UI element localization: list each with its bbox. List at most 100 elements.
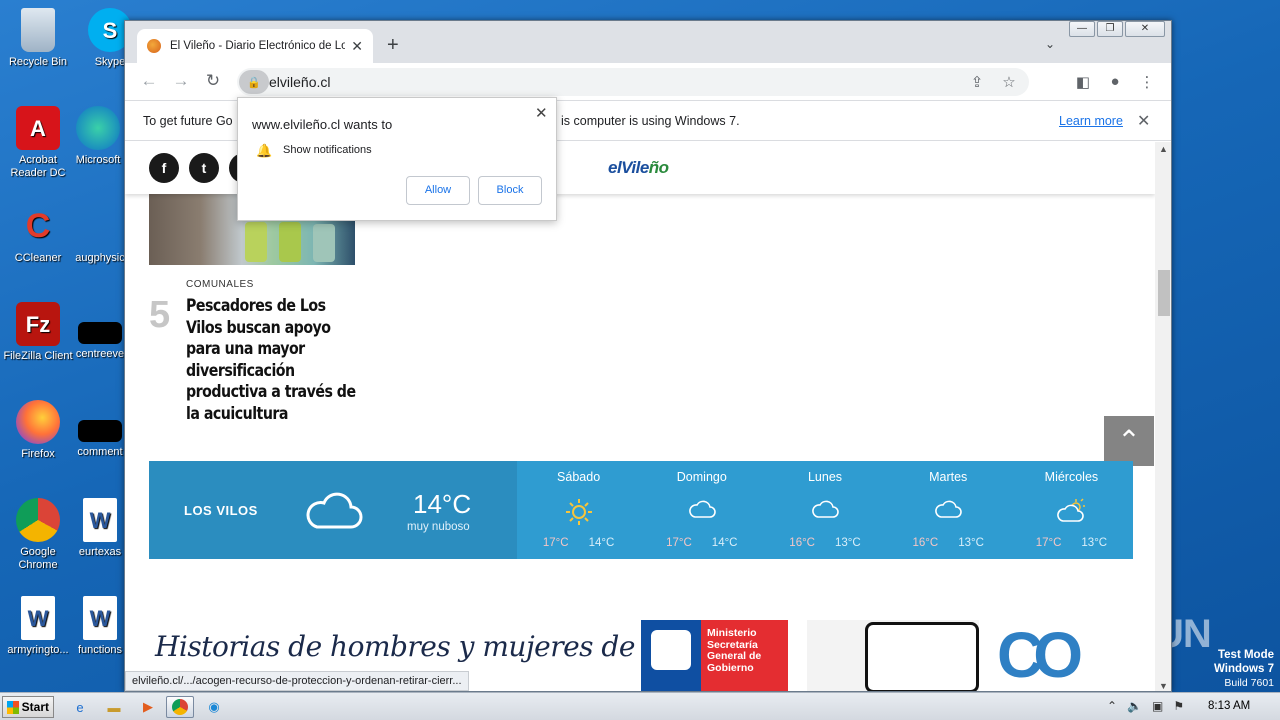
forecast-day: Lunes 16°C 13°C bbox=[763, 461, 886, 559]
browser-window: El Vileño - Diario Electrónico de Los V … bbox=[124, 20, 1172, 692]
window-controls: — ❐ ✕ bbox=[1067, 21, 1165, 37]
os-name: Windows 7 bbox=[1214, 663, 1274, 675]
article-title[interactable]: Pescadores de Los Vilos buscan apoyo par… bbox=[186, 295, 362, 424]
edge-taskbar-icon[interactable]: ◉ bbox=[200, 696, 228, 718]
ccleaner-icon: C bbox=[25, 206, 51, 245]
side-panel-icon[interactable]: ◧ bbox=[1073, 73, 1093, 91]
forecast-low: 14°C bbox=[588, 537, 615, 549]
file-icon bbox=[78, 322, 122, 344]
bookmark-star-icon[interactable]: ☆ bbox=[999, 73, 1019, 91]
forecast-temps: 16°C 13°C bbox=[887, 537, 1010, 549]
current-temperature: 14°C bbox=[413, 489, 472, 519]
menu-icon[interactable]: ⋮ bbox=[1137, 73, 1157, 91]
cqs-logo-icon: CO bbox=[997, 619, 1083, 691]
site-logo[interactable]: elVileño bbox=[608, 158, 669, 178]
test-mode-label: Test Mode Windows 7 Build 7601 bbox=[1214, 648, 1274, 690]
maximize-icon[interactable]: ❐ bbox=[1097, 21, 1123, 37]
new-tab-icon[interactable]: + bbox=[387, 35, 399, 55]
back-icon[interactable]: ← bbox=[137, 71, 161, 91]
bell-icon: 🔔 bbox=[256, 143, 273, 158]
article-rank: 5 bbox=[149, 294, 171, 336]
scrollbar-thumb[interactable] bbox=[1158, 270, 1170, 316]
scroll-up-icon[interactable]: ▲ bbox=[1159, 144, 1168, 154]
current-condition: muy nuboso bbox=[407, 521, 470, 533]
start-label: Start bbox=[21, 700, 49, 714]
forecast-high: 16°C bbox=[912, 537, 939, 549]
facebook-icon[interactable]: f bbox=[149, 153, 179, 183]
learn-more-link[interactable]: Learn more bbox=[1059, 114, 1123, 128]
popup-permission-text: Show notifications bbox=[283, 144, 372, 156]
back-to-top-button[interactable]: ⌃ bbox=[1104, 416, 1154, 466]
block-button[interactable]: Block bbox=[478, 176, 542, 205]
chile-shield-icon bbox=[651, 630, 691, 670]
forecast-low: 14°C bbox=[711, 537, 738, 549]
forecast-day: Martes 16°C 13°C bbox=[887, 461, 1010, 559]
test-mode-text: Test Mode bbox=[1217, 649, 1274, 661]
allow-button[interactable]: Allow bbox=[406, 176, 470, 205]
firefox-icon bbox=[16, 400, 60, 444]
edge-icon bbox=[76, 106, 120, 150]
article-category[interactable]: COMUNALES bbox=[186, 279, 254, 290]
podcast-banner[interactable] bbox=[807, 620, 979, 691]
forecast-day-name: Lunes bbox=[807, 470, 843, 484]
chrome-icon bbox=[16, 498, 60, 542]
banner-script-text: Historias de hombres y mujeres de mar bbox=[155, 630, 699, 663]
volume-icon[interactable]: 🔈 bbox=[1127, 699, 1142, 713]
notification-permission-popup: www.elvileño.cl wants to ✕ 🔔 Show notifi… bbox=[237, 97, 557, 221]
browser-toolbar: ← → ↻ 🔒 elvileño.cl ☆ ⇪ ◧ ● ⋮ bbox=[125, 63, 1171, 101]
profile-icon[interactable]: ● bbox=[1105, 73, 1125, 90]
action-center-flag-icon[interactable]: ⚑ bbox=[1173, 699, 1184, 713]
start-button[interactable]: Start bbox=[2, 696, 54, 718]
podcast-screen-icon bbox=[865, 622, 979, 691]
file-icon bbox=[78, 420, 122, 442]
infobar-close-icon[interactable]: ✕ bbox=[1137, 111, 1150, 131]
cloud-icon bbox=[811, 498, 839, 525]
forecast-low: 13°C bbox=[958, 537, 984, 549]
link-status-bar: elvileño.cl/.../acogen-recurso-de-protec… bbox=[125, 671, 469, 691]
clock[interactable]: 8:13 AM bbox=[1208, 700, 1250, 712]
forecast-day-name: Martes bbox=[929, 470, 968, 484]
infobar-message-start: To get future Go bbox=[143, 114, 233, 128]
forecast-high: 17°C bbox=[1035, 537, 1062, 549]
forecast-day: Miércoles 17°C 13°C bbox=[1010, 461, 1133, 559]
minimize-icon[interactable]: — bbox=[1069, 21, 1095, 37]
bottle-shape bbox=[245, 222, 267, 262]
page-scrollbar[interactable]: ▲ ▼ bbox=[1155, 142, 1171, 691]
tab-search-icon[interactable]: ⌄ bbox=[1045, 37, 1055, 51]
word-icon: W bbox=[21, 596, 55, 640]
forecast-low: 13°C bbox=[1081, 537, 1108, 549]
twitter-icon[interactable]: t bbox=[189, 153, 219, 183]
forecast-temps: 17°C 14°C bbox=[640, 537, 763, 549]
ministry-logo[interactable]: Ministerio Secretaría General de Gobiern… bbox=[641, 620, 788, 691]
scroll-down-icon[interactable]: ▼ bbox=[1159, 681, 1168, 691]
chrome-taskbar-icon[interactable] bbox=[166, 696, 194, 718]
address-bar[interactable]: 🔒 elvileño.cl ☆ ⇪ bbox=[237, 68, 1029, 96]
lock-icon[interactable]: 🔒 bbox=[239, 70, 269, 94]
popup-close-icon[interactable]: ✕ bbox=[535, 104, 548, 122]
forecast-day: Domingo 17°C 14°C bbox=[640, 461, 763, 559]
media-player-icon[interactable]: ▶ bbox=[134, 696, 162, 718]
url-text: elvileño.cl bbox=[269, 74, 331, 90]
popup-site-text: www.elvileño.cl wants to bbox=[252, 117, 393, 132]
sun-cloud-icon bbox=[1056, 498, 1086, 529]
desktop-icon-recycle-bin[interactable]: Recycle Bin bbox=[0, 8, 76, 69]
forecast-day: Sábado 17°C 14°C bbox=[517, 461, 640, 559]
cloud-icon bbox=[303, 487, 363, 536]
tray-expand-icon[interactable]: ⌃ bbox=[1107, 699, 1117, 713]
tab-elvileno[interactable]: El Vileño - Diario Electrónico de Los V … bbox=[137, 29, 373, 63]
forecast-high: 17°C bbox=[666, 537, 692, 549]
site-favicon-icon bbox=[147, 39, 161, 53]
cqs-banner[interactable]: CO bbox=[997, 619, 1155, 691]
reload-icon[interactable]: ↻ bbox=[201, 71, 225, 91]
share-icon[interactable]: ⇪ bbox=[967, 73, 987, 91]
forecast-temps: 17°C 13°C bbox=[1010, 537, 1133, 549]
tab-strip: El Vileño - Diario Electrónico de Los V … bbox=[125, 21, 1171, 63]
close-tab-icon[interactable]: ✕ bbox=[351, 38, 363, 55]
ministry-name: Ministerio Secretaría General de Gobiern… bbox=[701, 620, 788, 691]
close-window-icon[interactable]: ✕ bbox=[1125, 21, 1165, 37]
network-icon[interactable]: ▣ bbox=[1152, 699, 1163, 713]
forward-icon[interactable]: → bbox=[169, 71, 193, 91]
internet-explorer-icon[interactable]: e bbox=[66, 696, 94, 718]
bottle-shape bbox=[313, 224, 335, 262]
file-explorer-icon[interactable]: ▬ bbox=[100, 696, 128, 718]
